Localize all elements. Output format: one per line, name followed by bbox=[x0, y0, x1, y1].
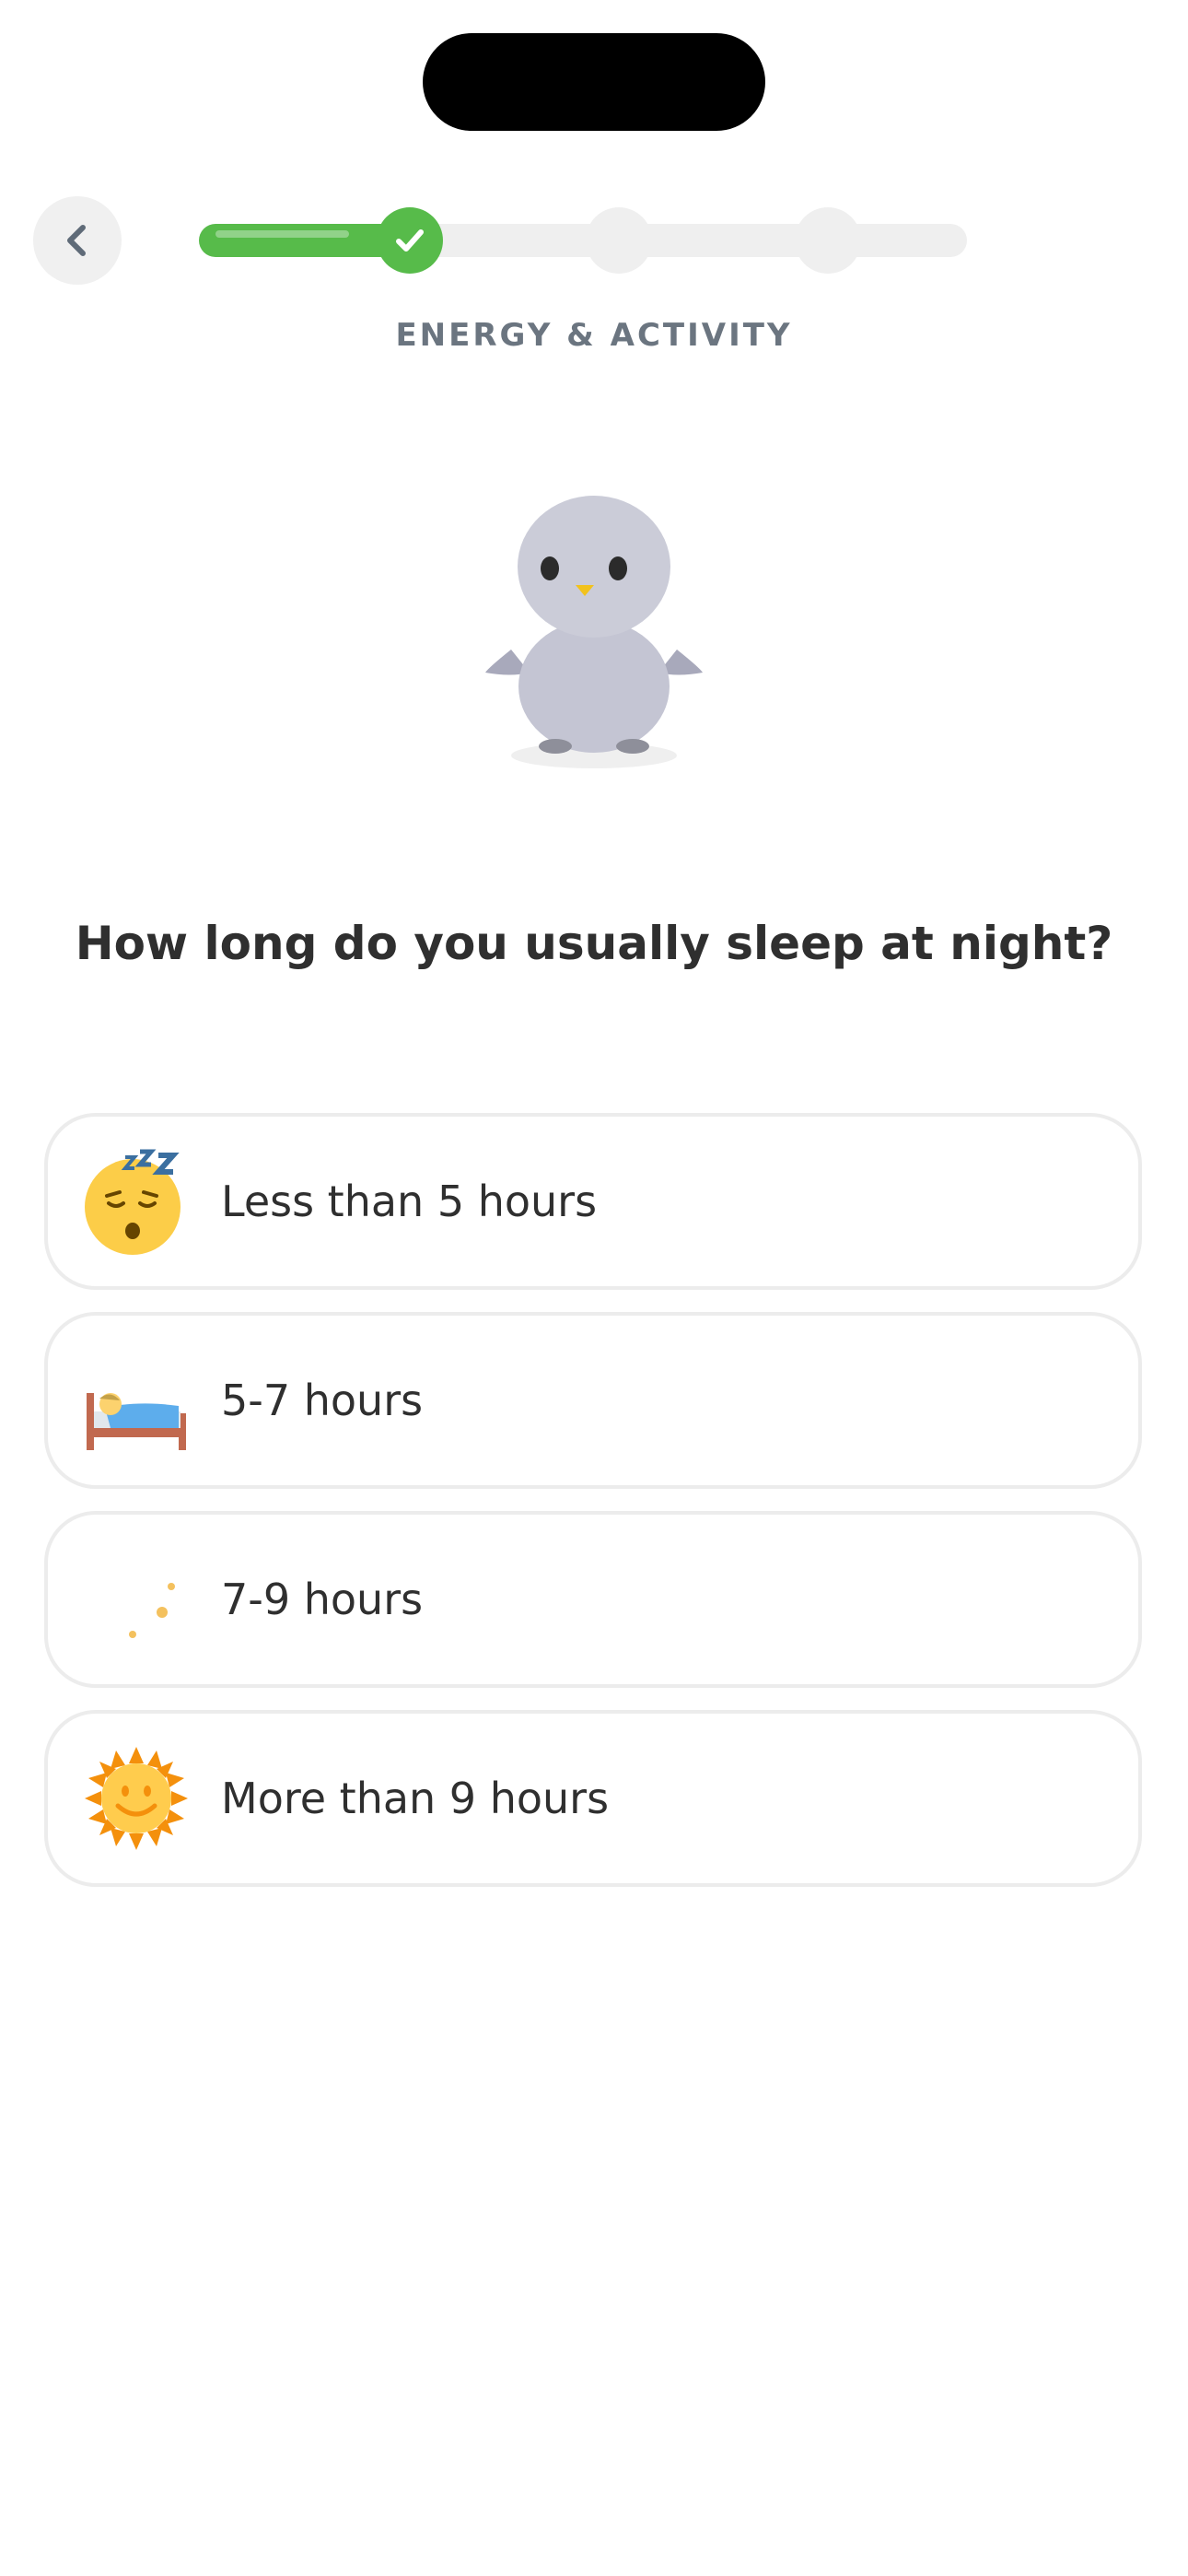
answer-options: Less than 5 hours 5-7 hours 7-9 hours Mo… bbox=[44, 1113, 1142, 1909]
option-5-7-hours[interactable]: 5-7 hours bbox=[44, 1312, 1142, 1489]
section-label: ENERGY & ACTIVITY bbox=[395, 317, 793, 354]
option-label: 5-7 hours bbox=[221, 1376, 424, 1425]
option-label: More than 9 hours bbox=[221, 1774, 610, 1823]
checkmark-icon bbox=[396, 229, 424, 252]
chevron-left-icon bbox=[67, 225, 86, 256]
penguin-mascot-icon bbox=[485, 496, 703, 768]
option-label: Less than 5 hours bbox=[221, 1177, 598, 1226]
option-more-than-9-hours[interactable]: More than 9 hours bbox=[44, 1710, 1142, 1887]
option-label: 7-9 hours bbox=[221, 1575, 424, 1624]
dynamic-island bbox=[423, 33, 765, 131]
sun-with-face-icon bbox=[85, 1747, 188, 1850]
progress-bar bbox=[199, 207, 967, 274]
progress-shine bbox=[215, 230, 349, 238]
question-title: How long do you usually sleep at night? bbox=[75, 917, 1113, 970]
milestone-2 bbox=[586, 207, 652, 274]
back-button[interactable] bbox=[33, 196, 122, 285]
progress-fill bbox=[199, 224, 406, 257]
milestone-1-complete bbox=[377, 207, 443, 274]
milestone-3 bbox=[795, 207, 861, 274]
person-in-bed-icon bbox=[87, 1393, 186, 1450]
crescent-moon-icon bbox=[88, 1551, 190, 1653]
sleeping-face-icon bbox=[85, 1149, 181, 1255]
option-7-9-hours[interactable]: 7-9 hours bbox=[44, 1511, 1142, 1688]
option-less-than-5-hours[interactable]: Less than 5 hours bbox=[44, 1113, 1142, 1290]
